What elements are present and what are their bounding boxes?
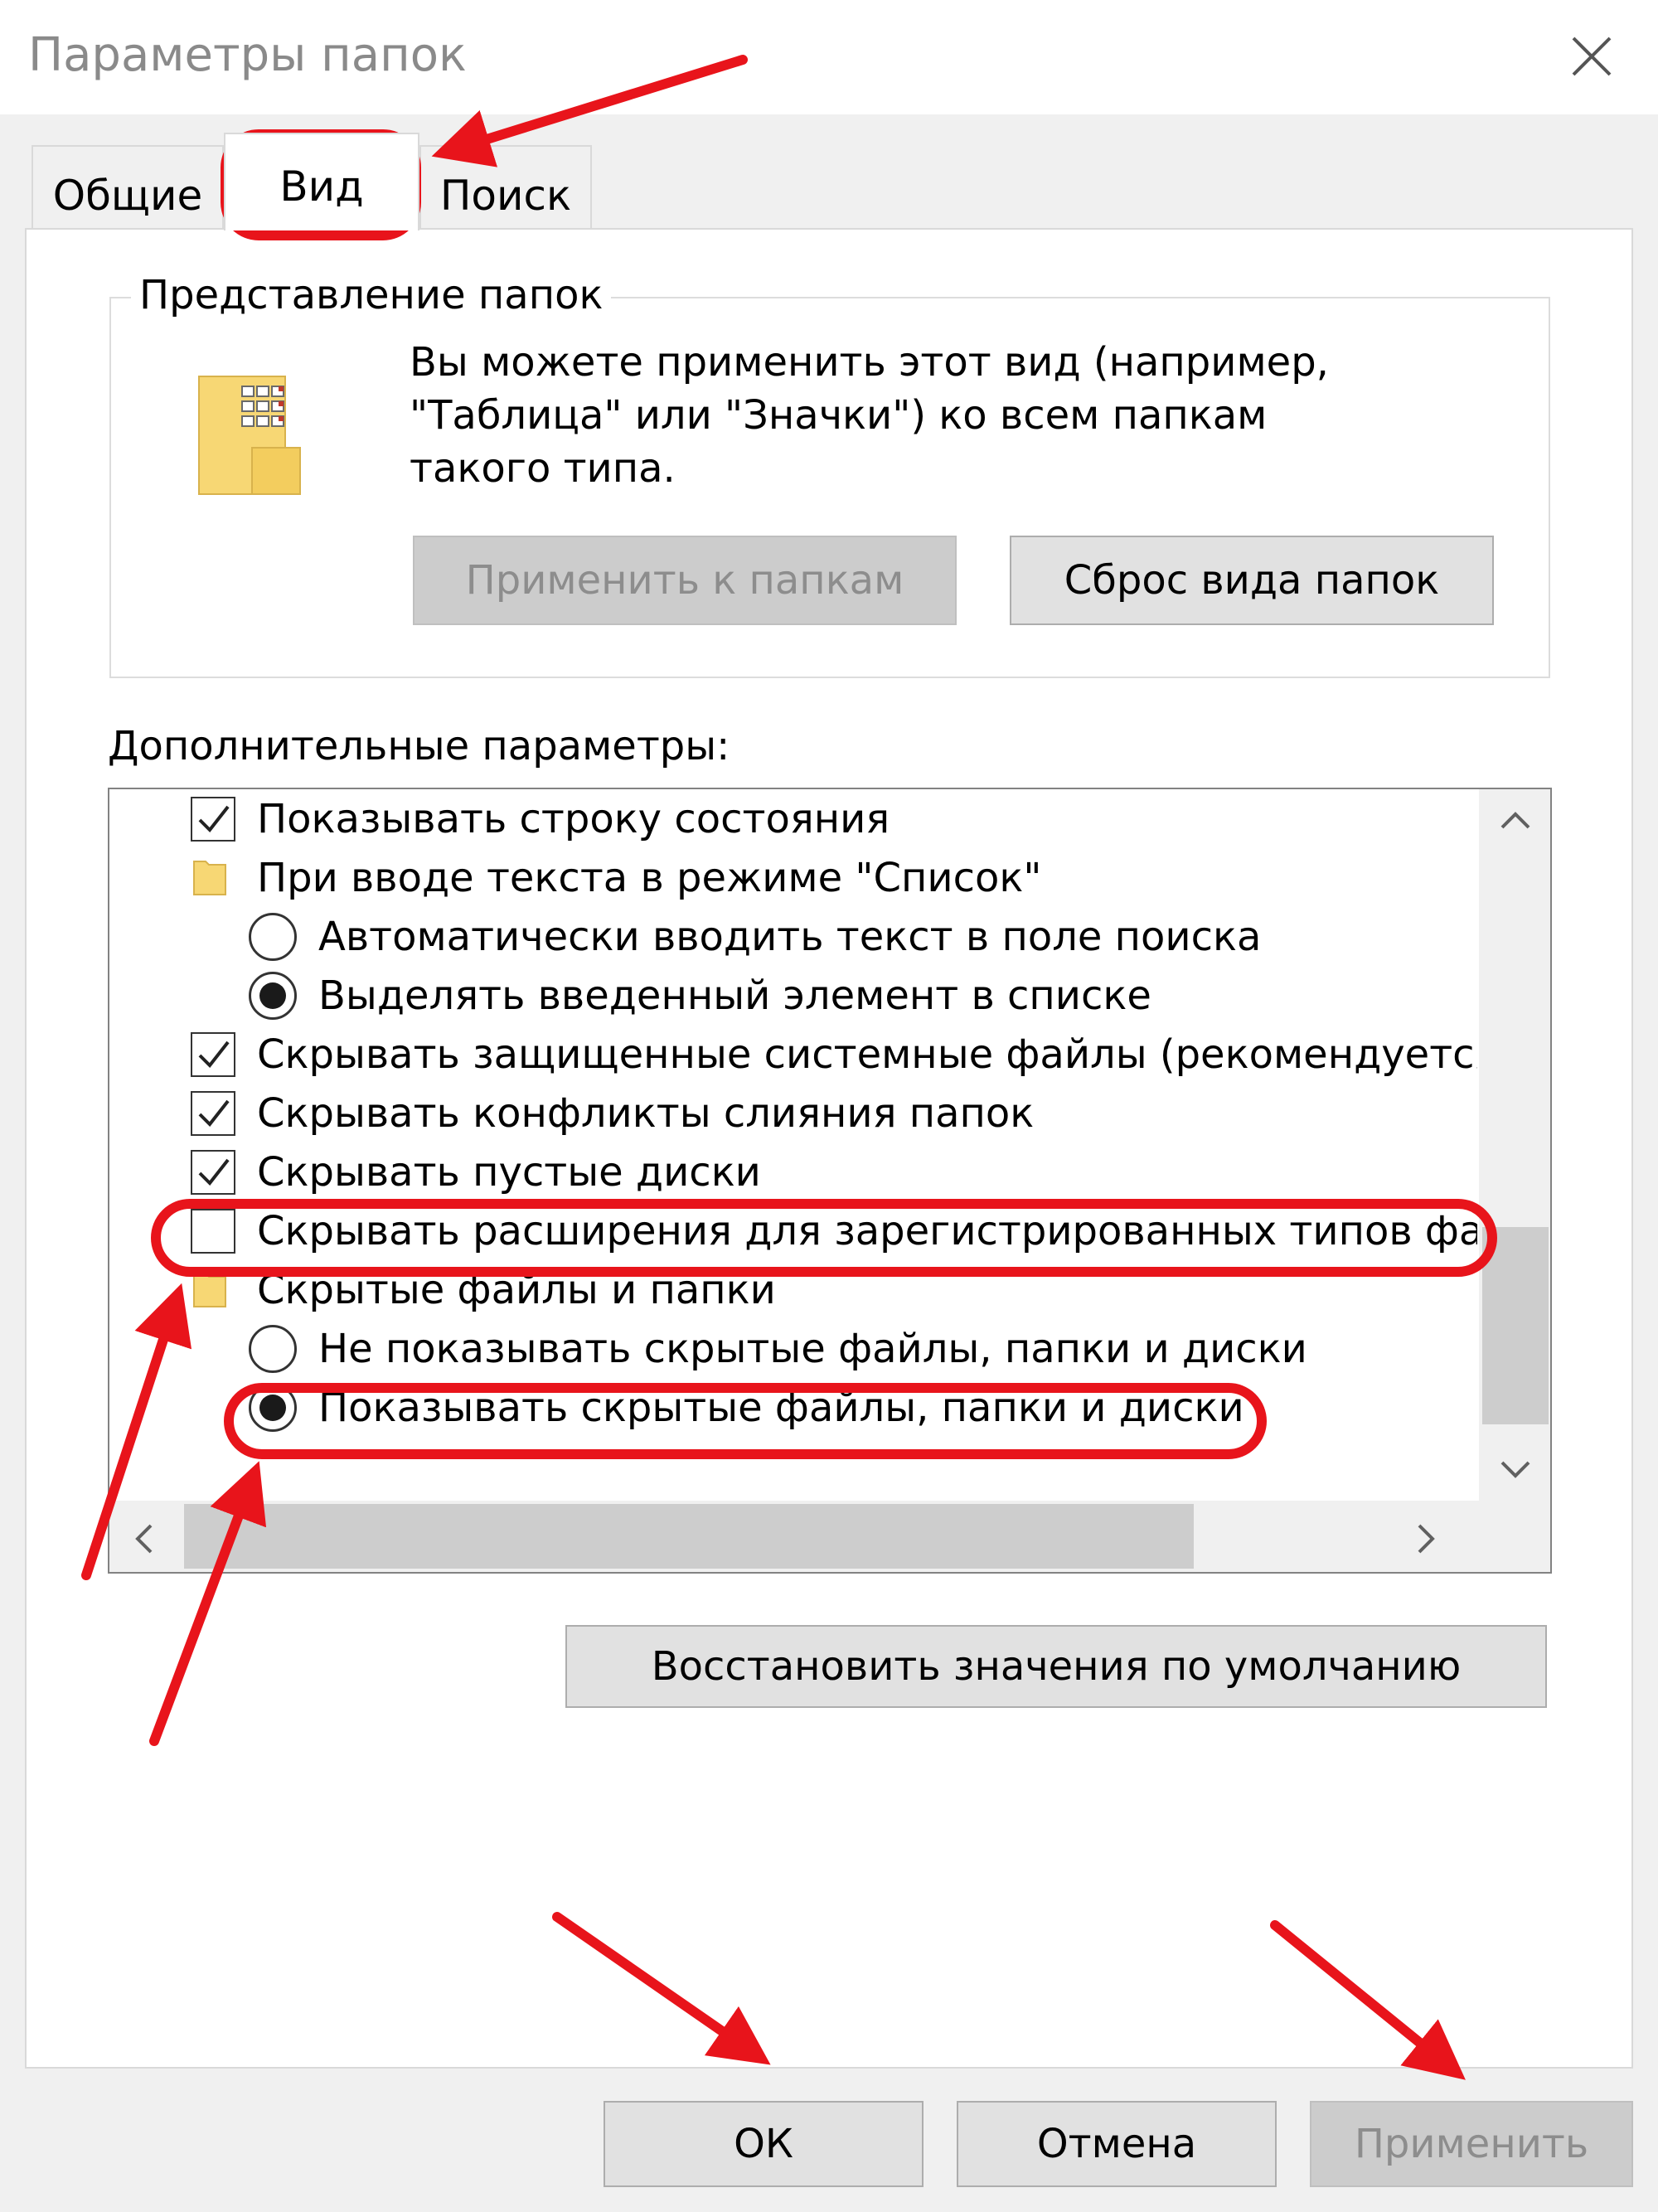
folder-view-icon [198, 376, 301, 495]
check-mark-icon [198, 805, 230, 833]
list-item-label: Автоматически вводить текст в поле поиск… [318, 914, 1262, 960]
radio-button[interactable] [249, 1325, 297, 1373]
list-item-label: Скрывать защищенные системные файлы (рек… [257, 1031, 1477, 1078]
horizontal-scrollbar[interactable] [109, 1501, 1479, 1572]
advanced-settings-list: Показывать строку состояния При вводе те… [108, 788, 1552, 1574]
checkbox[interactable] [191, 1032, 235, 1077]
radio-button[interactable] [249, 972, 297, 1020]
check-mark-icon [198, 1041, 230, 1069]
folder-views-legend: Представление папок [131, 272, 612, 318]
tab-view[interactable]: Вид [224, 133, 419, 230]
ok-button[interactable]: ОК [604, 2101, 924, 2187]
checkbox[interactable] [191, 1150, 235, 1195]
checkbox[interactable] [191, 797, 235, 842]
folder-views-description: Вы можете применить этот вид (например, … [410, 339, 1329, 492]
scroll-up-icon[interactable] [1497, 803, 1534, 841]
cancel-button[interactable]: Отмена [957, 2101, 1277, 2187]
scrollbar-corner [1479, 1501, 1550, 1572]
apply-to-folders-button[interactable]: Применить к папкам [413, 536, 957, 625]
check-mark-icon [198, 1099, 230, 1128]
list-item-label: Показывать скрытые файлы, папки и диски [318, 1385, 1244, 1431]
list-item-label: Скрытые файлы и папки [257, 1267, 776, 1313]
checkbox[interactable] [191, 1091, 235, 1136]
radio-selected-dot [259, 1395, 286, 1421]
list-item-label: При вводе текста в режиме "Список" [257, 855, 1042, 901]
list-item-label: Скрывать пустые диски [257, 1149, 761, 1196]
vertical-scroll-thumb[interactable] [1482, 1227, 1549, 1424]
scroll-right-icon[interactable] [1414, 1521, 1439, 1565]
list-item-label: Выделять введенный элемент в списке [318, 973, 1151, 1019]
radio-button[interactable] [249, 913, 297, 961]
check-mark-icon [198, 1158, 230, 1186]
tab-general[interactable]: Общие [32, 145, 224, 228]
window-title: Параметры папок [28, 28, 467, 82]
folder-icon [193, 1273, 226, 1307]
scroll-down-icon[interactable] [1497, 1453, 1534, 1491]
apply-button[interactable]: Применить [1310, 2101, 1633, 2187]
restore-defaults-button[interactable]: Восстановить значения по умолчанию [565, 1625, 1547, 1708]
scroll-left-icon[interactable] [131, 1521, 156, 1565]
close-icon[interactable] [1562, 27, 1622, 86]
list-item-label: Скрывать расширения для зарегистрированн… [257, 1208, 1477, 1254]
list-item-label: Скрывать конфликты слияния папок [257, 1090, 1035, 1137]
advanced-settings-rows: Показывать строку состояния При вводе те… [109, 789, 1477, 1502]
checkbox[interactable] [191, 1209, 235, 1254]
advanced-settings-label: Дополнительные параметры: [108, 723, 730, 769]
vertical-scrollbar[interactable] [1479, 789, 1550, 1501]
title-bar: Параметры папок [0, 0, 1658, 114]
radio-button[interactable] [249, 1384, 297, 1432]
horizontal-scroll-thumb[interactable] [184, 1504, 1194, 1569]
list-item-label: Показывать строку состояния [257, 796, 890, 842]
reset-folders-button[interactable]: Сброс вида папок [1010, 536, 1494, 625]
radio-selected-dot [259, 982, 286, 1009]
folder-icon [193, 861, 226, 895]
list-item-label: Не показывать скрытые файлы, папки и дис… [318, 1326, 1307, 1372]
tab-search[interactable]: Поиск [419, 145, 592, 228]
